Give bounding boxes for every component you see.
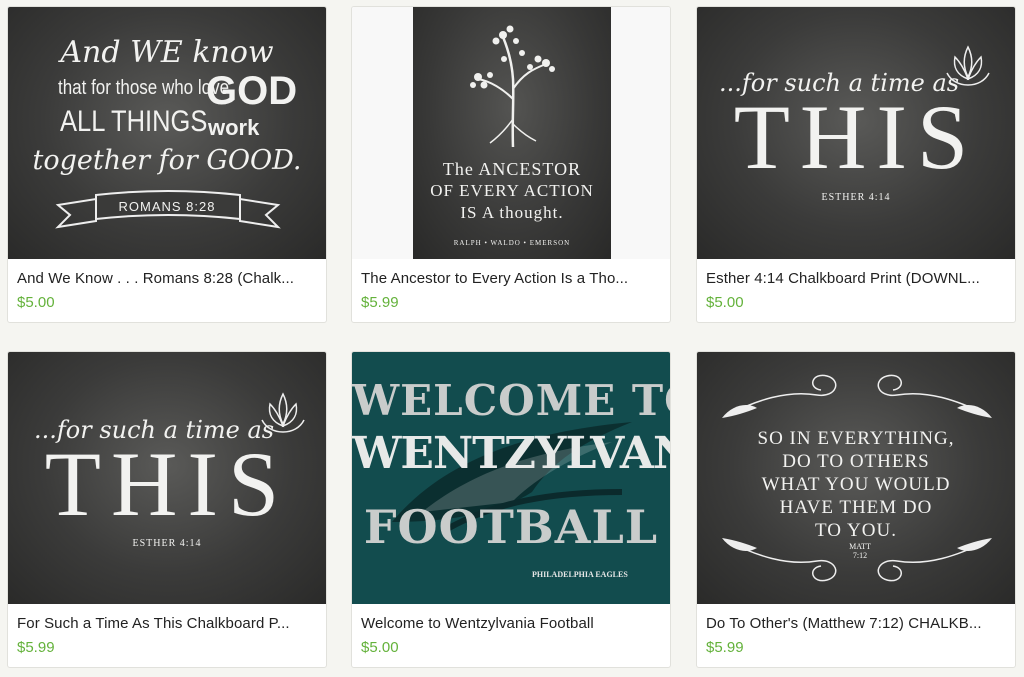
product-image[interactable]: ...for such a time as THIS ESTHER 4:14 (8, 352, 326, 604)
product-price: $5.00 (361, 639, 399, 656)
product-caption: For Such a Time As This Chalkboard P... … (8, 604, 326, 667)
art-text: ESTHER 4:14 (132, 538, 202, 549)
product-price: $5.99 (361, 294, 399, 311)
product-image[interactable]: The ANCESTOR OF EVERY ACTION IS A though… (352, 7, 670, 259)
product-price: $5.99 (706, 639, 744, 656)
art-text: PHILADELPHIA EAGLES (532, 570, 628, 579)
product-title[interactable]: Welcome to Wentzylvania Football (361, 614, 662, 634)
product-caption: Do To Other's (Matthew 7:12) CHALKB... $… (697, 604, 1015, 667)
product-caption: The Ancestor to Every Action Is a Tho...… (352, 259, 670, 322)
product-title[interactable]: Do To Other's (Matthew 7:12) CHALKB... (706, 614, 1007, 634)
product-title[interactable]: And We Know . . . Romans 8:28 (Chalk... (17, 269, 318, 289)
art-text: IS A thought. (460, 203, 564, 222)
product-caption: And We Know . . . Romans 8:28 (Chalk... … (8, 259, 326, 322)
art-text: The ANCESTOR (442, 159, 582, 179)
product-caption: Esther 4:14 Chalkboard Print (DOWNL... $… (697, 259, 1015, 322)
art-text: ALL THINGS (60, 105, 208, 138)
art-text: that for those who love (58, 77, 230, 99)
art-text: GOD (206, 69, 298, 113)
art-text: THIS (44, 433, 290, 535)
art-text: DO TO OTHERS (782, 451, 930, 472)
art-text: ESTHER 4:14 (821, 192, 891, 203)
art-text: work (208, 115, 260, 140)
product-card[interactable]: SO IN EVERYTHING, DO TO OTHERS WHAT YOU … (696, 351, 1016, 668)
art-text: together for GOOD. (32, 145, 302, 176)
art-text: RALPH • WALDO • EMERSON (453, 239, 571, 247)
product-card[interactable]: And WE know that for those who love GOD … (7, 6, 327, 323)
product-title[interactable]: For Such a Time As This Chalkboard P... (17, 614, 318, 634)
product-title[interactable]: Esther 4:14 Chalkboard Print (DOWNL... (706, 269, 1007, 289)
art-text: FOOTBALL (363, 500, 659, 554)
product-card[interactable]: WELCOME TO WENTZYLVANIA FOOTBALL PHILADE… (351, 351, 671, 668)
product-price: $5.00 (17, 294, 55, 311)
art-text: OF EVERY ACTION (430, 181, 594, 200)
product-price: $5.00 (706, 294, 744, 311)
flourish-bottom (722, 538, 992, 582)
product-card[interactable]: The ANCESTOR OF EVERY ACTION IS A though… (351, 6, 671, 323)
art-text: ROMANS 8:28 (118, 199, 216, 214)
art-text: THIS (733, 86, 979, 188)
flourish-top (722, 374, 992, 418)
product-image[interactable]: ...for such a time as THIS ESTHER 4:14 (697, 7, 1015, 259)
tree-illustration (470, 25, 555, 148)
art-text: And WE know (60, 35, 274, 70)
product-card[interactable]: ...for such a time as THIS ESTHER 4:14 E… (696, 6, 1016, 323)
art-text: WHAT YOU WOULD (761, 474, 951, 495)
product-image[interactable]: And WE know that for those who love GOD … (8, 7, 326, 259)
chalkboard-print: The ANCESTOR OF EVERY ACTION IS A though… (413, 7, 611, 259)
product-price: $5.99 (17, 639, 55, 656)
product-title[interactable]: The Ancestor to Every Action Is a Tho... (361, 269, 662, 289)
art-text: WENTZYLVANIA (352, 428, 670, 479)
product-image[interactable]: SO IN EVERYTHING, DO TO OTHERS WHAT YOU … (697, 352, 1015, 604)
product-card[interactable]: ...for such a time as THIS ESTHER 4:14 F… (7, 351, 327, 668)
product-caption: Welcome to Wentzylvania Football $5.00 (352, 604, 670, 667)
art-text: WELCOME TO (352, 376, 670, 425)
product-image[interactable]: WELCOME TO WENTZYLVANIA FOOTBALL PHILADE… (352, 352, 670, 604)
art-text: SO IN EVERYTHING, (757, 428, 955, 449)
art-text: HAVE THEM DO (779, 497, 933, 518)
product-grid: And WE know that for those who love GOD … (0, 0, 1024, 677)
